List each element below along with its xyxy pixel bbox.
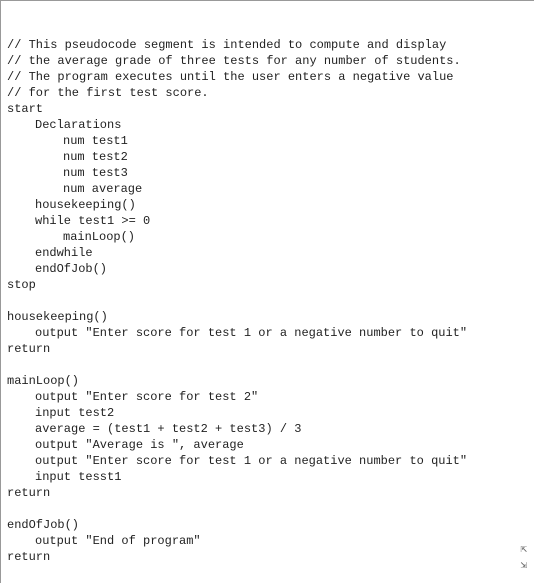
code-line: mainLoop()	[7, 373, 526, 389]
code-line: num test1	[7, 133, 526, 149]
collapse-icon[interactable]: ⇱ ⇲	[490, 537, 528, 577]
code-line: mainLoop()	[7, 229, 526, 245]
code-line	[7, 501, 526, 517]
code-line: endwhile	[7, 245, 526, 261]
code-line	[7, 293, 526, 309]
collapse-icon-glyph-top: ⇱	[520, 542, 528, 555]
code-line: output "Enter score for test 2"	[7, 389, 526, 405]
code-line: // The program executes until the user e…	[7, 69, 526, 85]
code-line: input tesst1	[7, 469, 526, 485]
code-block: // This pseudocode segment is intended t…	[7, 37, 526, 565]
code-line: output "Enter score for test 1 or a nega…	[7, 453, 526, 469]
code-line: output "Average is ", average	[7, 437, 526, 453]
code-line: housekeeping()	[7, 309, 526, 325]
code-line: // for the first test score.	[7, 85, 526, 101]
code-line: endOfJob()	[7, 261, 526, 277]
code-line: housekeeping()	[7, 197, 526, 213]
code-line: stop	[7, 277, 526, 293]
code-line: start	[7, 101, 526, 117]
code-line	[7, 357, 526, 373]
code-line: endOfJob()	[7, 517, 526, 533]
code-line: average = (test1 + test2 + test3) / 3	[7, 421, 526, 437]
code-line: num average	[7, 181, 526, 197]
code-line: output "Enter score for test 1 or a nega…	[7, 325, 526, 341]
code-line: num test2	[7, 149, 526, 165]
code-line: while test1 >= 0	[7, 213, 526, 229]
code-line: return	[7, 549, 526, 565]
code-line: Declarations	[7, 117, 526, 133]
code-line: return	[7, 485, 526, 501]
code-line: // the average grade of three tests for …	[7, 53, 526, 69]
code-line: // This pseudocode segment is intended t…	[7, 37, 526, 53]
code-document: // This pseudocode segment is intended t…	[0, 0, 534, 583]
code-line: input test2	[7, 405, 526, 421]
code-line: num test3	[7, 165, 526, 181]
code-line: return	[7, 341, 526, 357]
collapse-icon-glyph-bottom: ⇲	[520, 558, 528, 571]
code-line: output "End of program"	[7, 533, 526, 549]
